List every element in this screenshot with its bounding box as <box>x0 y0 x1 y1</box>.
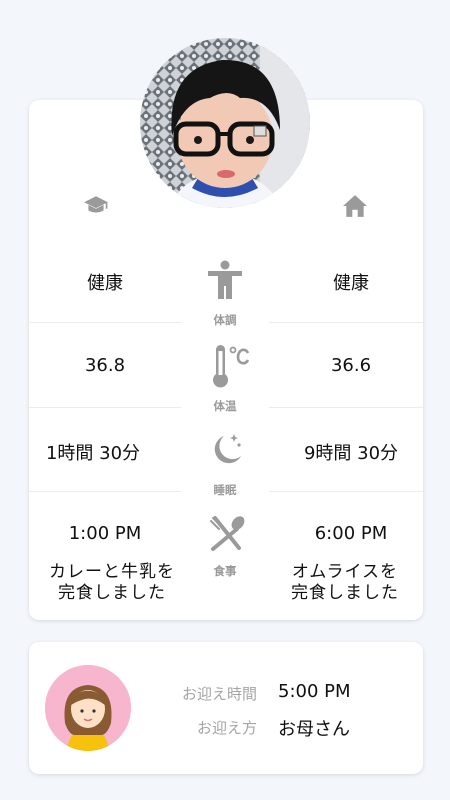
child-photo <box>140 38 310 208</box>
school-condition: 健康 <box>87 273 123 294</box>
home-meal-description: オムライスを 完食しました <box>260 562 430 604</box>
mother-illustration <box>45 665 131 751</box>
person-standing-icon <box>208 260 242 299</box>
category-label-meal: 食事 <box>213 564 237 578</box>
school-sleep: 1時間 30分 <box>45 443 141 464</box>
home-meal-time: 6:00 PM <box>314 523 388 544</box>
pickup-time-label: お迎え時間 <box>181 685 257 703</box>
child-avatar[interactable] <box>140 38 310 208</box>
category-label-condition: 体調 <box>213 313 237 327</box>
home-meal-line: 完食しました <box>291 583 399 603</box>
home-sleep: 9時間 30分 <box>303 443 399 464</box>
pickup-person-label: お迎え方 <box>196 719 257 737</box>
row-divider <box>29 322 181 323</box>
home-temperature: 36.6 <box>330 355 372 376</box>
pickup-person-value: お母さん <box>278 719 350 740</box>
guardian-avatar[interactable] <box>45 665 131 751</box>
row-divider <box>29 407 181 408</box>
category-label-temperature: 体温 <box>213 399 237 413</box>
school-meal-line: カレーと牛乳を <box>49 562 175 582</box>
moon-stars-icon <box>214 434 241 464</box>
home-meal-line: オムライスを <box>291 562 399 582</box>
thermometer-celsius-icon <box>213 345 250 388</box>
home-condition: 健康 <box>333 273 369 294</box>
school-meal-description: カレーと牛乳を 完食しました <box>27 562 197 604</box>
row-divider <box>269 407 423 408</box>
school-temperature: 36.8 <box>84 355 126 376</box>
row-divider <box>269 322 423 323</box>
home-icon <box>343 195 367 217</box>
category-label-sleep: 睡眠 <box>213 483 237 497</box>
graduation-cap-icon <box>84 196 108 213</box>
row-divider <box>269 491 423 492</box>
fork-spoon-icon <box>210 516 245 551</box>
pickup-time-value: 5:00 PM <box>278 681 351 702</box>
school-meal-time: 1:00 PM <box>68 523 142 544</box>
school-meal-line: 完食しました <box>58 583 166 603</box>
row-divider <box>29 491 181 492</box>
